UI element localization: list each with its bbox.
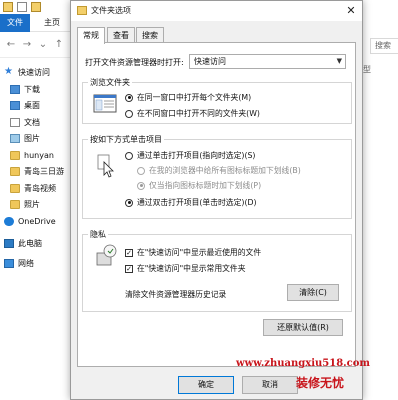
radio-single-click[interactable]: 通过单击打开项目(指向时选定)(S) bbox=[125, 150, 255, 161]
nav-item-pictures[interactable]: 图片 bbox=[10, 131, 40, 145]
checkbox[interactable]: ✓ bbox=[125, 264, 133, 273]
folder-icon bbox=[77, 6, 87, 15]
content-pane-right bbox=[363, 0, 398, 400]
folder-icon bbox=[10, 183, 20, 193]
cursor-illustration-icon bbox=[97, 154, 114, 178]
checkbox-recent-files[interactable]: ✓ 在"快速访问"中显示最近使用的文件 bbox=[125, 247, 261, 258]
nav-item-downloads[interactable]: 下载 bbox=[10, 82, 40, 96]
watermark-brand: 装修无忧 bbox=[296, 376, 345, 390]
radio-new-window[interactable]: 在不同窗口中打开不同的文件夹(W) bbox=[125, 108, 260, 119]
nav-item-this-pc[interactable]: 此电脑 bbox=[4, 236, 42, 250]
checkbox[interactable]: ✓ bbox=[125, 248, 133, 257]
dialog-titlebar: 文件夹选项 ✕ bbox=[71, 1, 362, 21]
click-items-group: 按如下方式单击项目 通过单击打开项目(指向时选定)(S) 在我的浏览器中给所有图… bbox=[82, 134, 352, 219]
folder-icon[interactable] bbox=[3, 2, 13, 12]
cancel-button[interactable]: 取消 bbox=[242, 376, 298, 394]
clear-history-label: 清除文件资源管理器历史记录 bbox=[125, 290, 227, 299]
radio-double-click[interactable]: 通过双击打开项目(单击时选定)(D) bbox=[125, 197, 257, 208]
ok-button[interactable]: 确定 bbox=[178, 376, 234, 394]
nav-item-hunyan[interactable]: hunyan bbox=[10, 148, 54, 162]
cloud-icon bbox=[4, 216, 14, 226]
forward-arrow-icon[interactable]: → bbox=[20, 38, 34, 52]
checkbox-frequent-folders[interactable]: ✓ 在"快速访问"中显示常用文件夹 bbox=[125, 263, 246, 274]
desktop-icon bbox=[10, 100, 20, 110]
tab-view[interactable]: 查看 bbox=[107, 27, 135, 43]
document-icon bbox=[10, 117, 20, 127]
radio-same-window[interactable]: 在同一窗口中打开每个文件夹(M) bbox=[125, 92, 251, 103]
nav-item-quick-access[interactable]: ★ 快速访问 bbox=[4, 65, 50, 79]
folder-icon bbox=[10, 199, 20, 209]
nav-item-documents[interactable]: 文档 bbox=[10, 115, 40, 129]
back-arrow-icon[interactable]: ← bbox=[4, 38, 18, 52]
folder-icon bbox=[10, 150, 20, 160]
folder-options-dialog: 文件夹选项 ✕ 常规 查看 搜索 打开文件资源管理器时打开: 快速访问 ▼ 浏览… bbox=[70, 0, 363, 400]
radio-button[interactable] bbox=[125, 151, 133, 160]
new-folder-icon[interactable] bbox=[31, 2, 41, 12]
radio-button[interactable] bbox=[125, 93, 133, 102]
star-icon: ★ bbox=[4, 66, 13, 77]
privacy-group: 隐私 ✓ 在"快速访问"中显示最近使用的文件 ✓ 在"快速访问"中显示常用文件夹… bbox=[82, 229, 352, 312]
properties-icon[interactable] bbox=[17, 2, 27, 12]
click-items-label: 按如下方式单击项目 bbox=[88, 134, 164, 145]
nav-item-photos[interactable]: 照片 bbox=[10, 197, 40, 211]
nav-item-qingdao-trip[interactable]: 青岛三日游 bbox=[10, 164, 64, 178]
network-icon bbox=[4, 258, 14, 268]
watermark-url: www.zhuangxiu518.com bbox=[236, 358, 370, 369]
open-explorer-label: 打开文件资源管理器时打开: bbox=[85, 58, 184, 67]
picture-icon bbox=[10, 133, 20, 143]
search-input[interactable]: 搜索 bbox=[370, 38, 398, 54]
browse-folders-label: 浏览文件夹 bbox=[88, 77, 132, 88]
file-tab[interactable]: 文件 bbox=[0, 14, 30, 32]
close-icon[interactable]: ✕ bbox=[343, 3, 359, 19]
radio-underline-hover: 仅当指向图标标题时加下划线(P) bbox=[137, 180, 261, 191]
chevron-down-icon: ▼ bbox=[336, 57, 342, 65]
browse-folders-group: 浏览文件夹 在同一窗口中打开每个文件夹(M) 在不同窗口中打开不同的文件夹(W) bbox=[82, 77, 352, 124]
folder-icon bbox=[10, 166, 20, 176]
radio-button[interactable] bbox=[125, 198, 133, 207]
radio-underline-always: 在我的浏览器中给所有图标标题加下划线(B) bbox=[137, 165, 301, 176]
radio-button[interactable] bbox=[125, 109, 133, 118]
recent-dropdown-icon[interactable]: ⌄ bbox=[36, 38, 50, 52]
window-illustration-icon bbox=[93, 94, 117, 113]
general-tab-panel: 打开文件资源管理器时打开: 快速访问 ▼ 浏览文件夹 在同一窗口中打开每个文件夹… bbox=[77, 42, 356, 367]
clear-history-button[interactable]: 清除(C) bbox=[287, 284, 339, 301]
privacy-label: 隐私 bbox=[88, 229, 108, 240]
restore-defaults-button[interactable]: 还原默认值(R) bbox=[263, 319, 343, 336]
radio-button bbox=[137, 181, 145, 190]
nav-item-qingdao-video[interactable]: 青岛视频 bbox=[10, 181, 56, 195]
nav-item-desktop[interactable]: 桌面 bbox=[10, 98, 40, 112]
up-arrow-icon[interactable]: ↑ bbox=[52, 38, 66, 52]
download-icon bbox=[10, 84, 20, 94]
computer-icon bbox=[4, 238, 14, 248]
privacy-illustration-icon bbox=[96, 244, 117, 266]
nav-item-network[interactable]: 网络 bbox=[4, 256, 34, 270]
tab-general[interactable]: 常规 bbox=[77, 27, 105, 44]
radio-button bbox=[137, 166, 145, 175]
nav-item-onedrive[interactable]: OneDrive bbox=[4, 214, 56, 228]
open-explorer-select[interactable]: 快速访问 ▼ bbox=[189, 54, 346, 69]
home-tab[interactable]: 主页 bbox=[44, 14, 60, 32]
tab-search[interactable]: 搜索 bbox=[136, 27, 164, 43]
dialog-title: 文件夹选项 bbox=[91, 6, 131, 15]
